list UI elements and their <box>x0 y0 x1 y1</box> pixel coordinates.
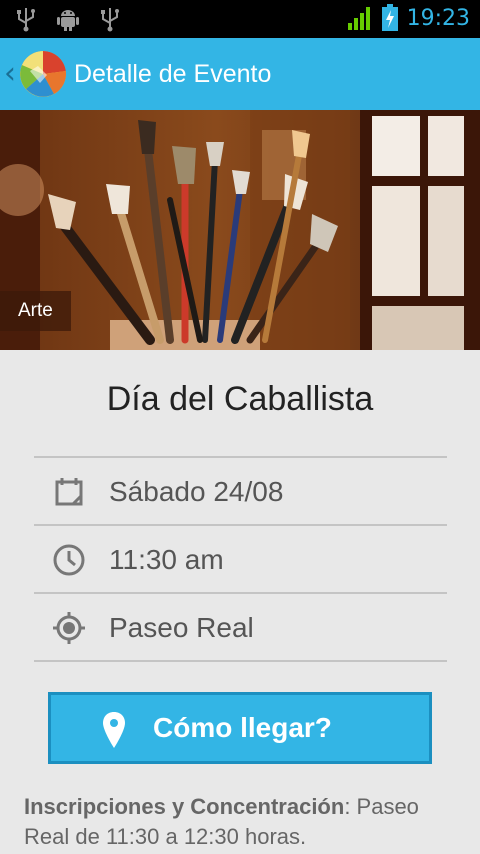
directions-button-label: Cómo llegar? <box>153 712 332 743</box>
up-navigation[interactable]: ‹ <box>0 38 70 110</box>
usb-icon <box>17 8 35 32</box>
chevron-left-icon: ‹ <box>4 56 16 91</box>
app-logo-icon <box>20 51 66 97</box>
signal-icon <box>347 7 370 30</box>
info-row-date: Sábado 24/08 <box>34 458 447 526</box>
event-description: Inscripciones y Concentración: Paseo Rea… <box>24 792 464 852</box>
page-title: Detalle de Evento <box>74 60 272 88</box>
status-time: 19:23 <box>406 5 470 31</box>
info-row-time: 11:30 am <box>34 526 447 594</box>
event-detail: Día del Caballista Sábado 24/08 11:30 am <box>0 350 480 854</box>
description-label: Inscripciones y Concentración <box>24 794 345 819</box>
event-location: Paseo Real <box>109 612 254 643</box>
action-bar: ‹ Detalle de Evento <box>0 38 480 110</box>
info-row-location: Paseo Real <box>34 594 447 662</box>
status-bar: 19:23 <box>0 0 480 38</box>
category-badge: Arte <box>0 291 71 331</box>
event-time: 11:30 am <box>109 544 224 575</box>
clock-icon <box>53 544 85 576</box>
usb-icon <box>101 8 119 32</box>
calendar-icon <box>55 478 83 506</box>
directions-button[interactable]: Cómo llegar? <box>48 692 432 764</box>
event-info-list: Sábado 24/08 11:30 am Paseo Real <box>34 456 447 662</box>
event-title: Día del Caballista <box>106 380 374 418</box>
paintbrushes-image <box>0 110 480 350</box>
map-pin-icon <box>103 712 125 748</box>
location-icon <box>53 612 85 644</box>
battery-charging-icon <box>381 4 398 31</box>
event-date: Sábado 24/08 <box>109 476 284 507</box>
android-debug-icon <box>57 10 79 31</box>
event-hero-image: Arte <box>0 110 480 350</box>
